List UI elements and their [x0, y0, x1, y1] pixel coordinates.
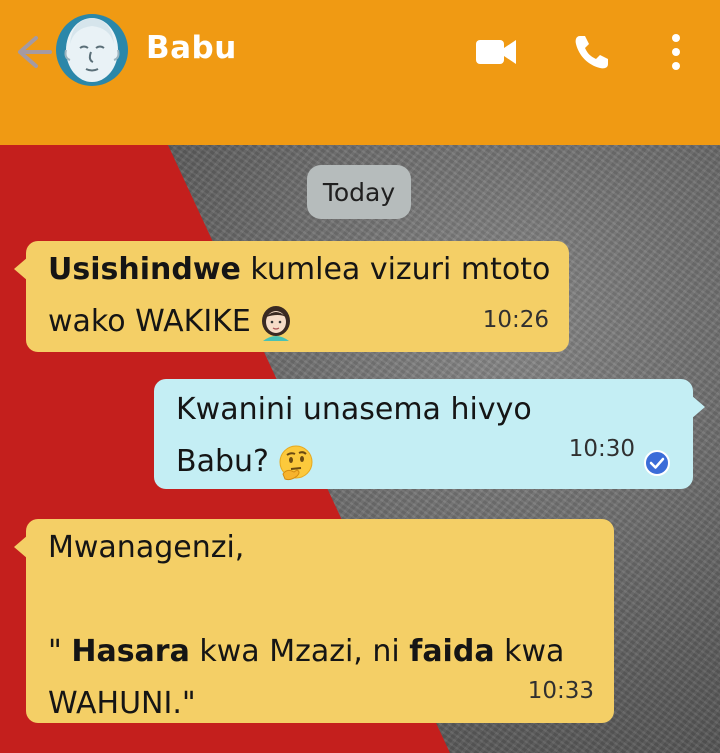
message-time: 10:33 — [527, 678, 594, 704]
message-bold-word: Usishindwe — [48, 252, 241, 287]
avatar[interactable] — [56, 14, 128, 86]
more-options-icon[interactable] — [662, 32, 690, 72]
thinking-face-emoji — [279, 445, 313, 480]
message-bold-word: Hasara — [71, 634, 190, 669]
message-text-part: kwa Mzazi, ni — [189, 634, 410, 669]
message-text-part: Mwanagenzi, — [48, 530, 245, 565]
read-check-icon — [644, 450, 670, 476]
message-text-part: wako WAKIKE — [48, 304, 251, 339]
message-text-part: WAHUNI." — [48, 686, 196, 721]
incoming-message[interactable]: Mwanagenzi, " Hasara kwa Mzazi, ni faida… — [14, 519, 614, 723]
message-text-part: kwa — [494, 634, 565, 669]
video-call-icon[interactable] — [474, 32, 518, 72]
date-divider: Today — [307, 165, 411, 219]
message-text: Mwanagenzi, " Hasara kwa Mzazi, ni faida… — [48, 522, 564, 730]
message-text-part: Babu? — [176, 444, 269, 479]
avatar-face-icon — [64, 18, 120, 82]
contact-name[interactable]: Babu — [146, 30, 237, 66]
message-text: Usishindwe kumlea vizuri mtoto wako WAKI… — [48, 244, 550, 348]
message-text-part: " — [48, 634, 72, 669]
chat-header: Babu — [0, 0, 720, 145]
outgoing-message[interactable]: Kwanini unasema hivyo Babu? 10:30 — [154, 379, 705, 489]
message-bold-word: faida — [409, 634, 495, 669]
message-text-part: Kwanini unasema hivyo — [176, 392, 532, 427]
message-text-part: kumlea vizuri mtoto — [240, 252, 551, 287]
message-time: 10:26 — [482, 307, 549, 333]
message-text: Kwanini unasema hivyo Babu? — [176, 384, 532, 488]
phone-icon[interactable] — [572, 32, 612, 72]
message-time: 10:30 — [568, 436, 635, 462]
back-arrow-icon[interactable] — [14, 30, 54, 74]
incoming-message[interactable]: Usishindwe kumlea vizuri mtoto wako WAKI… — [14, 241, 569, 352]
woman-emoji — [261, 305, 290, 341]
